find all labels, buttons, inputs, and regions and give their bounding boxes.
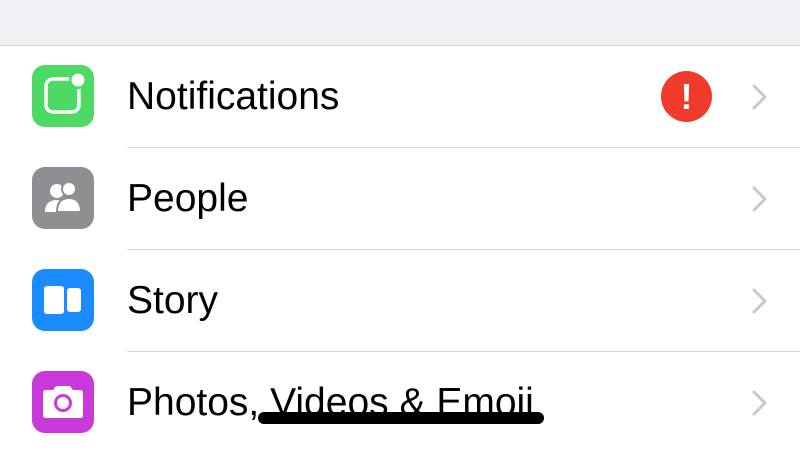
settings-row-label: People: [127, 177, 249, 220]
chevron-right-icon: [750, 184, 770, 214]
chevron-right-icon: [750, 286, 770, 316]
settings-row-photos-videos-emoji[interactable]: Photos, Videos & Emoji: [0, 352, 800, 454]
settings-row-label: Notifications: [127, 75, 340, 118]
people-icon: [32, 167, 94, 229]
chevron-right-icon: [750, 388, 770, 418]
settings-row-notifications[interactable]: Notifications !: [0, 46, 800, 148]
settings-list: Notifications ! People Story Photos, Vid…: [0, 46, 800, 454]
top-band: [0, 0, 800, 46]
chevron-right-icon: [750, 82, 770, 112]
home-indicator[interactable]: [258, 412, 544, 424]
camera-icon: [32, 371, 94, 433]
notifications-icon: [32, 65, 94, 127]
settings-row-label: Story: [127, 279, 219, 322]
story-icon: [32, 269, 94, 331]
settings-row-label: Photos, Videos & Emoji: [127, 381, 534, 424]
alert-badge: !: [661, 71, 712, 122]
settings-row-story[interactable]: Story: [0, 250, 800, 352]
settings-row-people[interactable]: People: [0, 148, 800, 250]
